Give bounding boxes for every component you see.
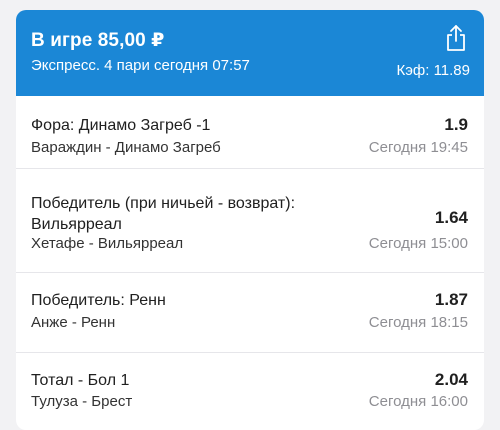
bet-match: Хетафе - Вильярреал: [31, 235, 184, 252]
bet-time: Сегодня 15:00: [368, 235, 468, 252]
share-icon: [447, 25, 465, 51]
bet-row[interactable]: Тотал - Бол 1 Тулуза - Брест 2.04 Сегодн…: [16, 353, 484, 430]
bet-selection: Фора: Динамо Загреб -1: [31, 117, 211, 134]
bet-odds: 1.9: [444, 115, 468, 134]
express-bet-card: В игре 85,00 ₽ Экспресс. 4 пари сегодня …: [16, 10, 484, 430]
bet-match: Анже - Ренн: [31, 314, 116, 331]
bet-time: Сегодня 16:00: [368, 393, 468, 410]
total-coefficient: Кэф: 11.89: [396, 62, 471, 79]
express-summary: Экспресс. 4 пари сегодня 07:57: [31, 57, 250, 74]
share-button[interactable]: [444, 24, 468, 52]
bet-odds: 2.04: [434, 370, 468, 389]
bet-list: Фора: Динамо Загреб -1 Вараждин - Динамо…: [16, 96, 484, 430]
bet-selection: Тотал - Бол 1: [31, 372, 130, 389]
bet-match: Вараждин - Динамо Загреб: [31, 139, 221, 156]
bet-selection: Победитель (при ничьей - возврат): Вилья…: [31, 195, 296, 233]
bet-row[interactable]: Фора: Динамо Загреб -1 Вараждин - Динамо…: [16, 96, 484, 169]
bet-header: В игре 85,00 ₽ Экспресс. 4 пари сегодня …: [16, 10, 484, 96]
bet-time: Сегодня 19:45: [368, 139, 468, 156]
bet-match: Тулуза - Брест: [31, 393, 133, 410]
stake-title: В игре 85,00 ₽: [31, 30, 165, 51]
bet-selection: Победитель: Ренн: [31, 292, 166, 309]
bet-row[interactable]: Победитель (при ничьей - возврат): Вилья…: [16, 169, 484, 273]
bet-row[interactable]: Победитель: Ренн Анже - Ренн 1.87 Сегодн…: [16, 273, 484, 353]
bet-time: Сегодня 18:15: [368, 314, 468, 331]
bet-odds: 1.64: [434, 208, 468, 227]
bet-odds: 1.87: [434, 290, 468, 309]
